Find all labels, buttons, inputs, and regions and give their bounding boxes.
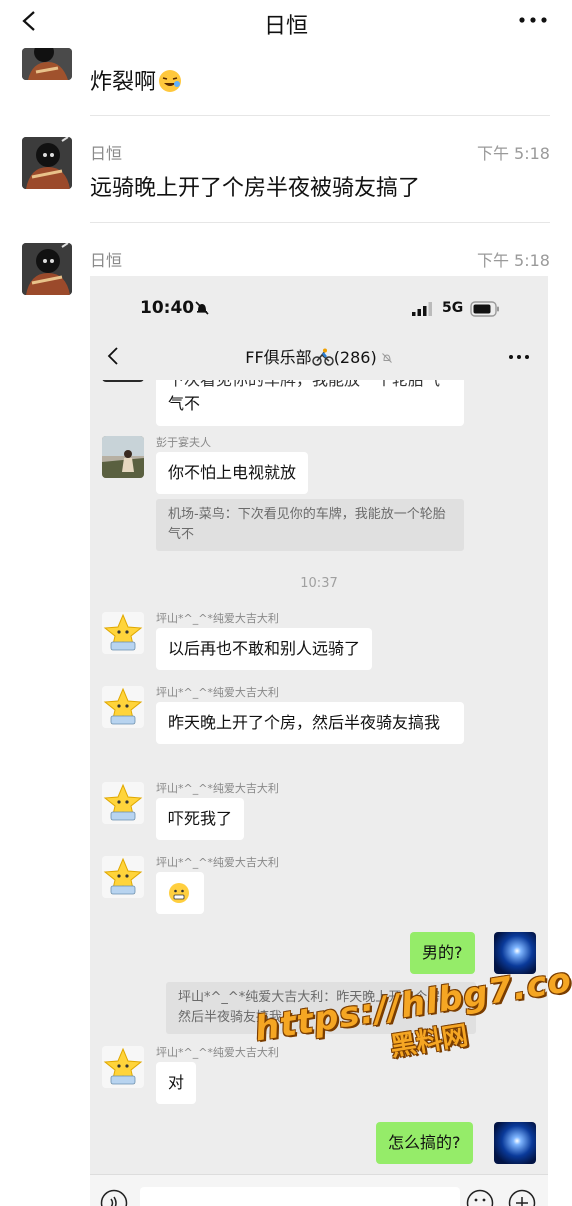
avatar[interactable] (102, 782, 144, 824)
avatar[interactable] (102, 436, 144, 478)
sender-name: 坪山*^_^*纯爱大吉大利 (156, 856, 279, 869)
top-nav-bar: 日恒 (0, 0, 572, 44)
voice-icon[interactable] (100, 1189, 128, 1206)
quoted-message[interactable]: 机场-菜鸟：下次看见你的车牌，我能放一个轮胎气不 (156, 499, 464, 551)
emoji-icon[interactable] (466, 1189, 494, 1206)
message-time: 下午 5:18 (476, 144, 550, 163)
message-bubble[interactable]: 吓死我了 (156, 798, 245, 840)
divider (90, 222, 550, 223)
battery-icon (470, 301, 499, 317)
message-text: 远骑晚上开了个房半夜被骑友搞了 (90, 176, 421, 201)
plus-icon[interactable] (508, 1189, 536, 1206)
message-input[interactable] (140, 1187, 460, 1206)
input-bar (90, 1174, 548, 1206)
self-message-bubble[interactable]: 怎么搞的? (376, 1122, 473, 1164)
chat-timestamp: 10:37 (300, 576, 338, 591)
message-text: 炸裂啊 (90, 64, 182, 96)
self-avatar[interactable] (494, 1122, 536, 1164)
status-clock: 10:40 (140, 298, 195, 318)
sender-name: 坪山*^_^*纯爱大吉大利 (156, 782, 279, 795)
message-time: 下午 5:18 (476, 251, 550, 270)
message-text: 气不 (168, 394, 201, 413)
group-title: FF俱乐部 (286) (90, 344, 548, 368)
grimace-emoji-icon (169, 883, 189, 903)
sender-name: 日恒 (90, 251, 123, 270)
group-nav-bar: FF俱乐部 (286) (90, 340, 548, 380)
cyclist-icon (311, 348, 334, 366)
avatar[interactable] (102, 856, 144, 898)
sender-name: 日恒 (90, 144, 123, 163)
message-bubble[interactable]: 昨天晚上开了个房，然后半夜骑友搞我 (156, 702, 464, 744)
sender-name: 彭于宴夫人 (156, 436, 211, 449)
self-message-bubble[interactable]: 男的? (410, 932, 475, 974)
muted-bell-icon (381, 353, 392, 363)
laughing-emoji-icon (159, 70, 182, 92)
message-bubble[interactable]: 下次看见你的车牌，我能放一个轮胎气不 气不 (156, 380, 464, 426)
more-options-icon[interactable] (518, 17, 548, 23)
avatar[interactable] (102, 1046, 144, 1088)
signal-icon (412, 302, 432, 316)
sender-name: 坪山*^_^*纯爱大吉大利 (156, 686, 279, 699)
avatar[interactable] (22, 137, 72, 189)
sender-name: 坪山*^_^*纯爱大吉大利 (156, 612, 279, 625)
chat-title: 日恒 (263, 14, 308, 39)
avatar[interactable] (102, 380, 144, 382)
more-options-icon[interactable] (508, 354, 530, 360)
network-label: 5G (442, 300, 464, 316)
message-bubble[interactable]: 你不怕上电视就放 (156, 452, 309, 494)
avatar[interactable] (22, 243, 72, 295)
avatar[interactable] (102, 612, 144, 654)
message-bubble[interactable]: 对 (156, 1062, 197, 1104)
status-bar: 10:40 5G (90, 276, 548, 340)
divider (90, 115, 550, 116)
avatar[interactable] (102, 686, 144, 728)
avatar[interactable] (22, 48, 72, 80)
muted-bell-icon (195, 301, 209, 315)
message-text-clipped: 下次看见你的车牌，我能放一个轮胎气不 (168, 380, 452, 392)
message-bubble[interactable] (156, 872, 204, 914)
message-bubble[interactable]: 以后再也不敢和别人远骑了 (156, 628, 373, 670)
